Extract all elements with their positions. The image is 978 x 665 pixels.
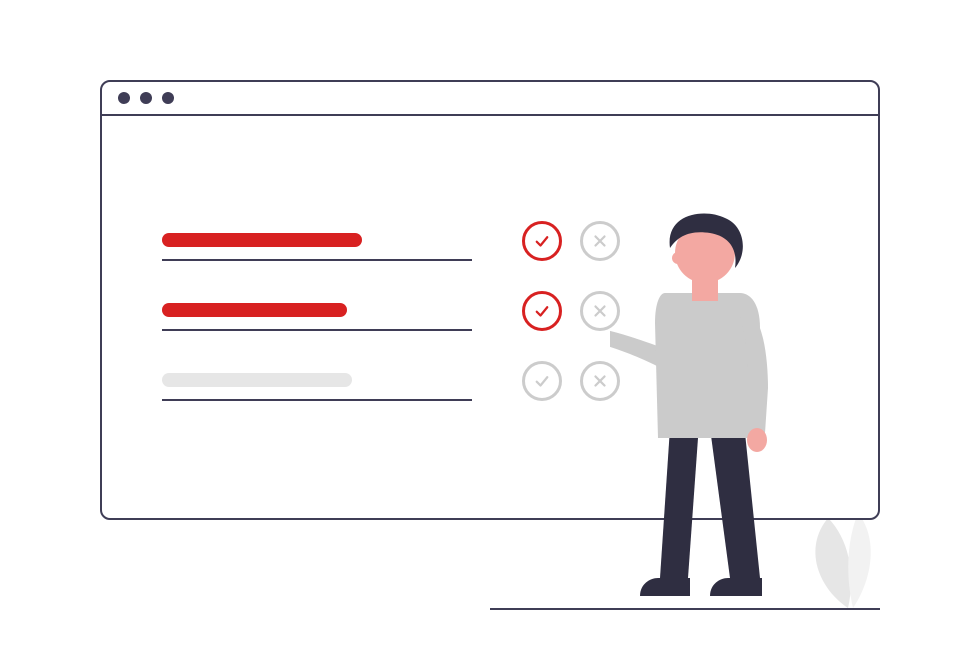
item-line — [162, 291, 472, 331]
accept-button[interactable] — [522, 221, 562, 261]
person-illustration — [610, 178, 810, 608]
accept-button[interactable] — [522, 291, 562, 331]
cross-icon — [591, 302, 609, 320]
cross-icon — [591, 372, 609, 390]
window-dot-icon — [140, 92, 152, 104]
progress-bar — [162, 233, 362, 247]
cross-icon — [591, 232, 609, 250]
ground-line — [490, 608, 880, 610]
progress-bar — [162, 373, 352, 387]
illustration-scene — [0, 0, 978, 665]
accept-button[interactable] — [522, 361, 562, 401]
item-line — [162, 221, 472, 261]
progress-bar — [162, 303, 347, 317]
check-icon — [533, 302, 551, 320]
window-titlebar — [102, 82, 878, 116]
check-icon — [533, 232, 551, 250]
window-dot-icon — [118, 92, 130, 104]
window-dot-icon — [162, 92, 174, 104]
check-icon — [533, 372, 551, 390]
item-line — [162, 361, 472, 401]
